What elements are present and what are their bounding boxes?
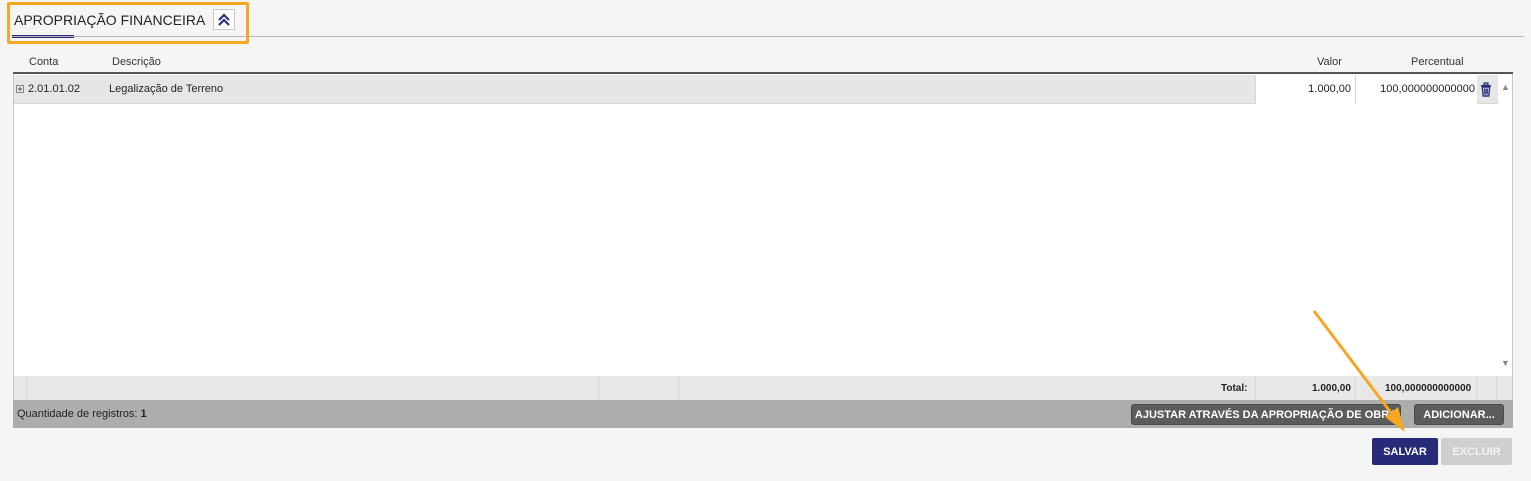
footer-divider <box>598 376 599 400</box>
section-divider <box>12 36 1524 37</box>
column-header-percentual[interactable]: Percentual <box>1411 56 1464 68</box>
footer-divider <box>678 376 679 400</box>
column-header-descricao[interactable]: Descrição <box>112 56 161 68</box>
total-valor: 1.000,00 <box>1312 383 1351 394</box>
total-label: Total: <box>1221 383 1248 394</box>
percentual-input[interactable]: 100,000000000000 <box>1355 75 1477 104</box>
column-header-valor[interactable]: Valor <box>1317 56 1342 68</box>
delete-button: EXCLUIR <box>1441 438 1512 465</box>
scroll-down-arrow-icon[interactable]: ▼ <box>1501 358 1510 368</box>
add-button[interactable]: ADICIONAR... <box>1414 404 1504 425</box>
grid-status-bar: Quantidade de registros: 1 AJUSTAR ATRAV… <box>13 400 1513 428</box>
grid-body[interactable]: 2.01.01.02 Legalização de Terreno 1.000,… <box>13 74 1513 376</box>
record-count-value: 1 <box>140 408 147 420</box>
grid-footer-totals: Total: 1.000,00 100,000000000000 <box>13 376 1513 400</box>
section-title: APROPRIAÇÃO FINANCEIRA <box>14 12 206 28</box>
total-percentual: 100,000000000000 <box>1385 383 1472 394</box>
record-count: Quantidade de registros: 1 <box>17 408 147 420</box>
footer-divider <box>26 376 27 400</box>
column-header-conta[interactable]: Conta <box>29 56 58 68</box>
save-button[interactable]: SALVAR <box>1372 438 1438 465</box>
footer-divider <box>1255 376 1256 400</box>
collapse-section-button[interactable] <box>213 9 235 30</box>
footer-divider <box>1355 376 1356 400</box>
grid-header: Conta Descrição Valor Percentual <box>13 52 1513 74</box>
cell-descricao: Legalização de Terreno <box>109 83 224 95</box>
appropriation-grid: Conta Descrição Valor Percentual 2.01.01… <box>13 52 1513 428</box>
adjust-appropriation-button[interactable]: AJUSTAR ATRAVÉS DA APROPRIAÇÃO DE OBRA <box>1131 404 1401 425</box>
record-count-label: Quantidade de registros: <box>17 408 138 420</box>
trash-icon[interactable] <box>1478 81 1494 97</box>
table-row[interactable]: 2.01.01.02 Legalização de Terreno 1.000,… <box>14 75 1498 104</box>
footer-divider <box>1476 376 1477 400</box>
expand-row-icon[interactable] <box>16 85 24 93</box>
scroll-up-arrow-icon[interactable]: ▲ <box>1501 82 1510 92</box>
valor-input[interactable]: 1.000,00 <box>1255 75 1355 104</box>
double-chevron-up-icon <box>218 12 230 26</box>
footer-divider <box>1496 376 1497 400</box>
cell-conta: 2.01.01.02 <box>28 83 80 95</box>
